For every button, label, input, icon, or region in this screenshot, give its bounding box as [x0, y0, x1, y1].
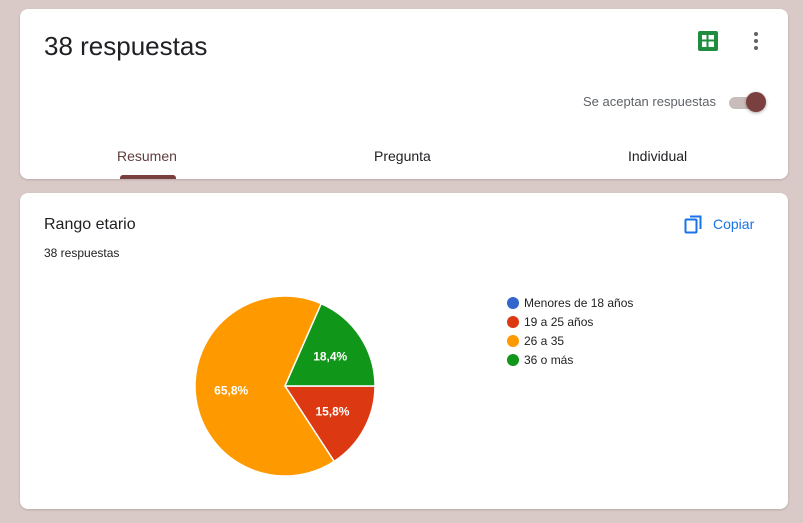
copy-button[interactable]: Copiar: [683, 212, 754, 236]
legend-label: Menores de 18 años: [524, 295, 634, 310]
legend-item[interactable]: 26 a 35: [507, 331, 633, 350]
copy-icon: [684, 215, 702, 234]
pie-slice-label: 15,8%: [315, 405, 349, 419]
pie-slice-label: 65,8%: [214, 383, 248, 397]
legend-item[interactable]: 19 a 25 años: [507, 312, 633, 331]
legend-label: 26 a 35: [524, 333, 565, 348]
accepting-responses-toggle[interactable]: [727, 91, 767, 113]
summary-header-card: 38 respuestas Se aceptan respuestas Resu…: [20, 9, 788, 179]
response-count: 38 respuestas: [44, 246, 120, 260]
legend-label: 36 o más: [524, 352, 574, 367]
legend-swatch: [507, 315, 519, 328]
chart-legend: Menores de 18 años 19 a 25 años 26 a 35 36 …: [507, 293, 633, 369]
legend-swatch: [507, 296, 519, 309]
page-title: 38 respuestas: [44, 31, 208, 61]
question-summary-card: Rango etario 38 respuestas Copiar 15,8% 6…: [20, 193, 788, 509]
legend-item[interactable]: 36 o más: [507, 350, 633, 369]
toggle-knob: [746, 92, 766, 112]
copy-label: Copiar: [713, 216, 755, 232]
accepting-responses-label: Se aceptan respuestas: [583, 94, 716, 109]
legend-swatch: [507, 334, 519, 347]
more-vert-icon[interactable]: [746, 29, 766, 53]
legend-item[interactable]: Menores de 18 años: [507, 293, 633, 312]
tab-individual[interactable]: Individual: [628, 148, 687, 164]
tab-pregunta[interactable]: Pregunta: [374, 148, 431, 164]
tab-resumen[interactable]: Resumen: [117, 148, 177, 164]
pie-chart: 15,8% 65,8% 18,4%: [194, 295, 376, 477]
legend-swatch: [507, 353, 519, 366]
sheets-icon[interactable]: [698, 31, 718, 51]
legend-label: 19 a 25 años: [524, 314, 594, 329]
pie-slice-label: 18,4%: [313, 349, 347, 363]
active-tab-indicator: [120, 175, 176, 179]
question-title: Rango etario: [44, 216, 136, 233]
